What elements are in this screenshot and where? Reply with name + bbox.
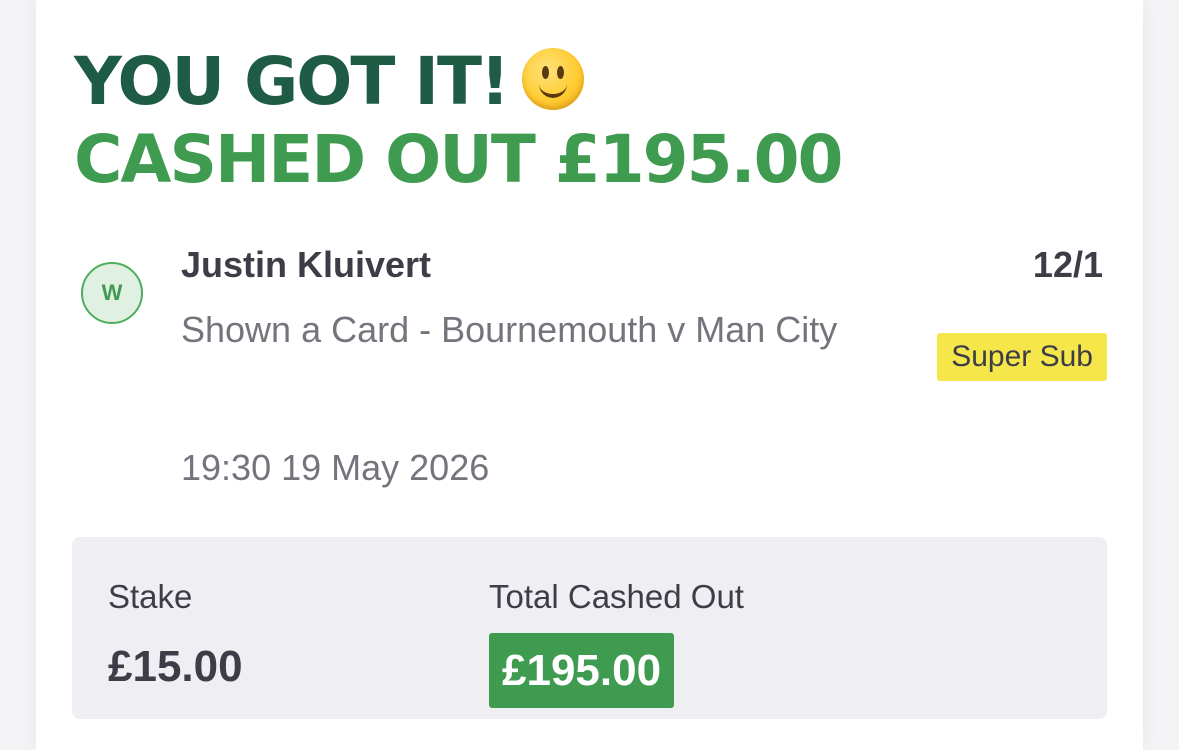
total-cashed-out-label: Total Cashed Out [489, 578, 744, 615]
event-datetime: 19:30 19 May 2026 [181, 447, 490, 488]
bet-receipt-card: YOU GOT IT! CASHED OUT £195.00 W Justin … [36, 0, 1143, 750]
odds-value: 12/1 [1032, 244, 1103, 285]
headline-title: YOU GOT IT! [74, 43, 585, 120]
market-description: Shown a Card - Bournemouth v Man City [181, 309, 838, 350]
stake-label: Stake [108, 578, 193, 615]
bet-summary-panel: Stake £15.00 Total Cashed Out £195.00 [72, 537, 1107, 719]
total-cashed-out-value: £195.00 [489, 633, 675, 708]
super-sub-tag: Super Sub [937, 333, 1107, 381]
cashed-out-heading: CASHED OUT £195.00 [74, 121, 843, 198]
selection-name: Justin Kluivert [181, 244, 432, 285]
headline-title-text: YOU GOT IT! [74, 43, 510, 120]
won-status-badge: W [81, 262, 143, 324]
slightly-smiling-face-icon [522, 48, 585, 110]
stake-value: £15.00 [108, 642, 243, 691]
